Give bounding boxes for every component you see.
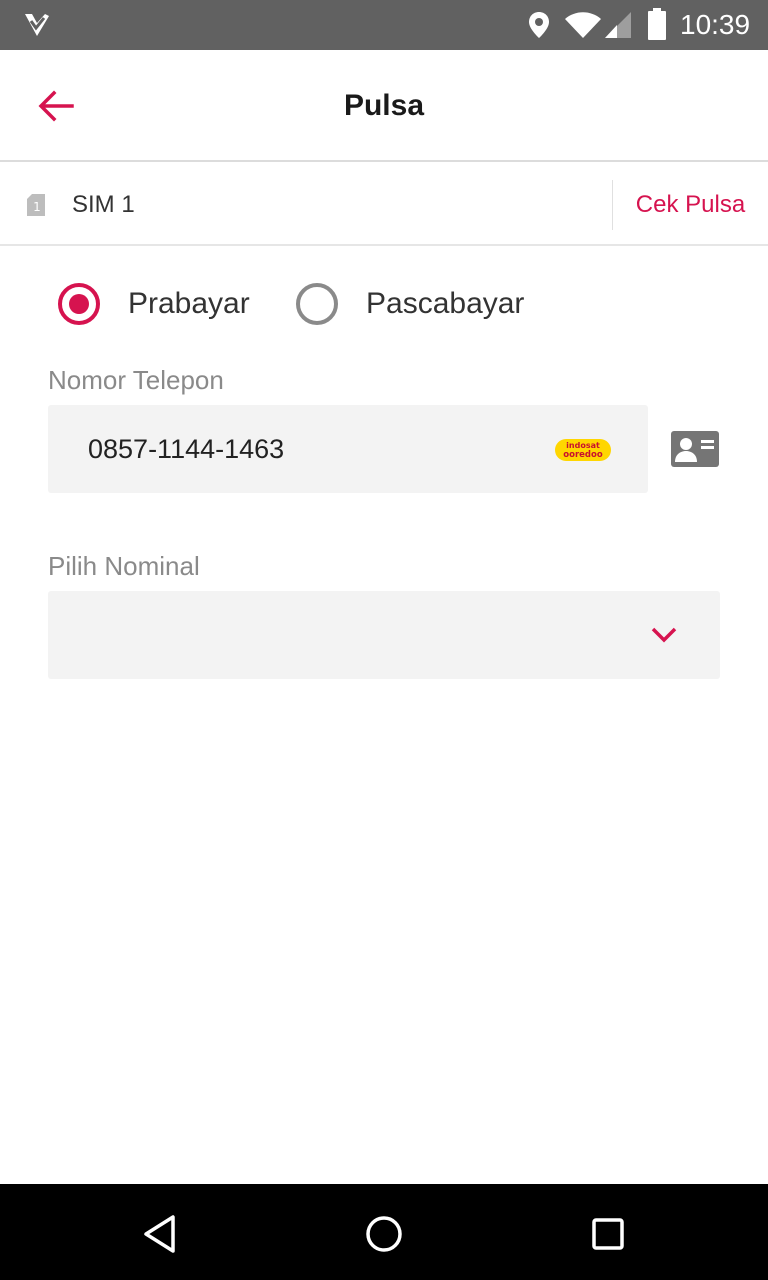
nav-recent-apps-button[interactable] bbox=[586, 1212, 630, 1256]
svg-text:indosat: indosat bbox=[566, 441, 600, 450]
nav-home-button[interactable] bbox=[362, 1212, 406, 1256]
location-icon bbox=[529, 12, 549, 38]
home-circle-icon bbox=[366, 1216, 402, 1252]
page-title: Pulsa bbox=[343, 89, 425, 122]
chevron-down-icon bbox=[651, 627, 677, 643]
status-bar: 10:39 bbox=[0, 0, 768, 50]
nominal-field-label: Pilih Nominal bbox=[48, 551, 200, 581]
operator-logo: indosat ooredoo bbox=[555, 439, 611, 461]
svg-text:ooredoo: ooredoo bbox=[563, 450, 603, 460]
radio-checked-icon[interactable] bbox=[58, 283, 100, 325]
contact-card-icon bbox=[671, 431, 719, 467]
nominal-select[interactable] bbox=[48, 591, 720, 679]
radio-unchecked-icon[interactable] bbox=[296, 283, 338, 325]
signal-icon bbox=[605, 12, 631, 38]
recent-apps-square-icon bbox=[592, 1218, 624, 1250]
app-bar: Pulsa bbox=[0, 50, 768, 162]
radio-pascabayar[interactable]: Pascabayar bbox=[296, 280, 524, 328]
system-nav-bar bbox=[0, 1184, 768, 1280]
phone-field[interactable]: indosat ooredoo bbox=[48, 405, 648, 493]
radio-label-prabayar: Prabayar bbox=[128, 287, 250, 320]
svg-text:1: 1 bbox=[33, 200, 41, 214]
sim-label: SIM 1 bbox=[72, 191, 135, 218]
battery-icon bbox=[648, 8, 666, 40]
radio-label-pascabayar: Pascabayar bbox=[366, 287, 525, 320]
phone-field-label: Nomor Telepon bbox=[48, 365, 224, 395]
nav-back-button[interactable] bbox=[138, 1212, 182, 1256]
contacts-button[interactable] bbox=[670, 430, 722, 470]
phone-input[interactable] bbox=[88, 431, 528, 467]
status-time: 10:39 bbox=[680, 9, 751, 40]
sim-row: 1 SIM 1 Cek Pulsa bbox=[0, 164, 768, 246]
radio-prabayar[interactable]: Prabayar bbox=[58, 280, 250, 328]
app-notification-icon bbox=[25, 14, 49, 36]
wifi-icon bbox=[565, 12, 601, 38]
sim-card-icon: 1 bbox=[27, 194, 45, 216]
back-triangle-icon bbox=[144, 1215, 175, 1253]
check-balance-button[interactable]: Cek Pulsa bbox=[613, 164, 768, 246]
